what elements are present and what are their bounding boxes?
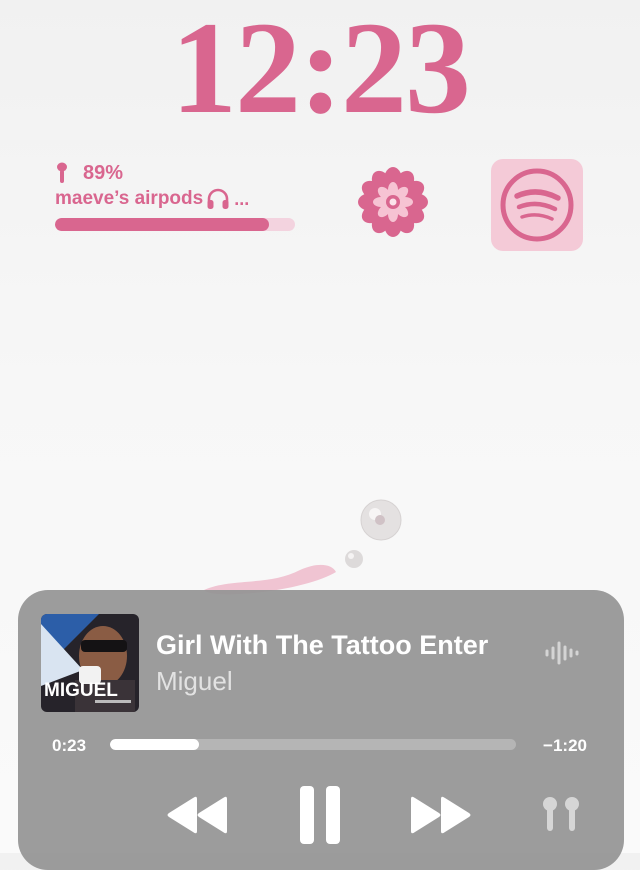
spotify-widget[interactable]	[491, 159, 583, 251]
spotify-icon	[500, 168, 574, 242]
lock-screen-time: 12:23	[171, 0, 471, 141]
flower-icon[interactable]	[357, 166, 429, 238]
airpods-icon	[543, 797, 579, 831]
battery-bar	[55, 218, 295, 231]
battery-bar-fill	[55, 218, 269, 231]
pause-button[interactable]	[294, 784, 346, 846]
small-drop-decoration	[345, 550, 363, 568]
pearl-drop-decoration	[360, 499, 402, 541]
elapsed-time: 0:23	[52, 736, 87, 755]
track-title[interactable]: Girl With The Tattoo Enter	[156, 630, 531, 661]
rewind-button[interactable]	[164, 792, 232, 838]
audio-waveform-icon	[545, 641, 579, 665]
airpod-icon	[57, 162, 67, 183]
device-name: maeve’s airpods	[55, 188, 204, 209]
battery-percent: 89%	[83, 161, 124, 184]
playback-progress-fill	[110, 739, 200, 750]
track-artist[interactable]: Miguel	[156, 666, 233, 697]
rewind-icon	[167, 796, 227, 834]
device-row: maeve’s airpods ...	[55, 188, 300, 210]
fast-forward-button[interactable]	[406, 792, 474, 838]
playback-scrubber[interactable]	[110, 739, 516, 750]
battery-level-row: 89%	[55, 160, 300, 186]
airpods-battery-widget[interactable]: 89% maeve’s airpods ...	[55, 160, 300, 231]
airpods-output-button[interactable]	[537, 792, 585, 838]
album-art[interactable]: MIGUEL	[41, 614, 139, 712]
remaining-time: −1:20	[543, 736, 587, 755]
album-art-text: MIGUEL	[44, 680, 118, 701]
headphones-icon	[207, 188, 229, 209]
pause-icon	[300, 786, 340, 844]
fast-forward-icon	[411, 796, 471, 834]
now-playing-card[interactable]: MIGUEL Girl With The Tattoo Enter Miguel…	[18, 590, 624, 870]
device-more-ellipsis: ...	[234, 188, 250, 209]
